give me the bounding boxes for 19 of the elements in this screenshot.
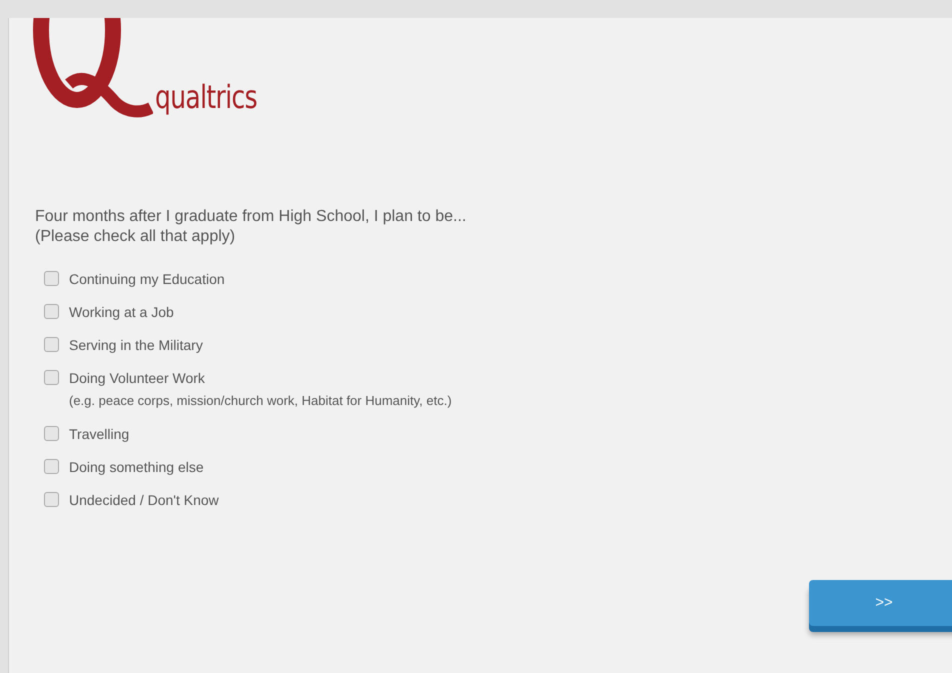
option-label[interactable]: Continuing my Education [69,269,225,289]
option-label[interactable]: Doing Volunteer Work [69,368,452,388]
checkbox[interactable] [44,271,59,286]
checkbox[interactable] [44,337,59,352]
checkbox[interactable] [44,492,59,507]
option-label[interactable]: Undecided / Don't Know [69,490,219,510]
question-text: Four months after I graduate from High School, I plan to be... [35,207,468,227]
question-instruction: (Please check all that apply) [35,227,236,247]
option-label[interactable]: Travelling [69,424,130,444]
option-note: (e.g. peace corps, mission/church work, Habitat for Humanity, etc.) [69,392,452,410]
checkbox[interactable] [44,304,59,319]
option-label[interactable]: Serving in the Military [69,335,203,355]
logo-wordmark: qualtrics [155,80,257,114]
checkbox[interactable] [44,459,59,474]
option-label[interactable]: Working at a Job [69,302,174,322]
logo-icon [33,18,153,118]
option-label[interactable]: Doing something else [69,457,204,477]
checkbox[interactable] [44,426,59,441]
checkbox[interactable] [44,370,59,385]
